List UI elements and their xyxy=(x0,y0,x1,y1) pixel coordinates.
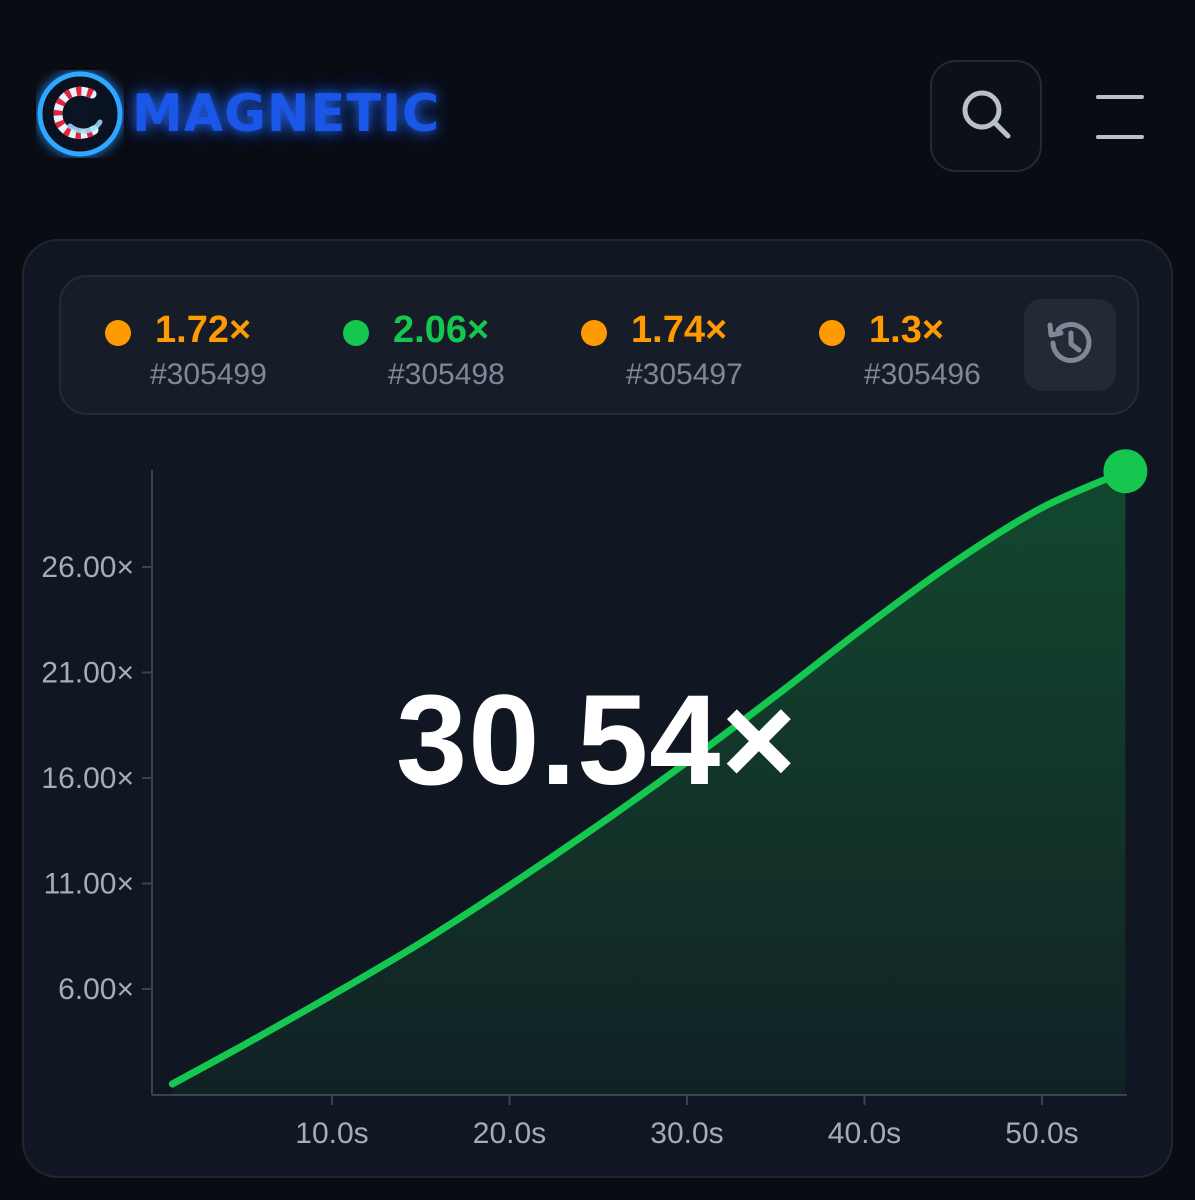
current-multiplier: 30.54× xyxy=(396,669,798,812)
y-tick-label: 26.00× xyxy=(41,551,134,584)
x-tick-label: 40.0s xyxy=(828,1117,901,1150)
chart-endpoint-dot xyxy=(1103,449,1148,494)
x-tick-label: 30.0s xyxy=(650,1117,723,1150)
y-tick-label: 11.00× xyxy=(44,868,134,901)
x-tick-label: 20.0s xyxy=(473,1117,546,1150)
x-tick-label: 50.0s xyxy=(1005,1117,1078,1150)
multiplier-chart: 10.0s 20.0s 30.0s 40.0s 50.0s 6.00× 11.00× 16.0… xyxy=(41,449,1148,1150)
x-tick-label: 10.0s xyxy=(295,1117,368,1150)
y-tick-label: 21.00× xyxy=(41,657,134,690)
y-tick-label: 6.00× xyxy=(58,973,134,1006)
y-tick-label: 16.00× xyxy=(41,762,134,795)
